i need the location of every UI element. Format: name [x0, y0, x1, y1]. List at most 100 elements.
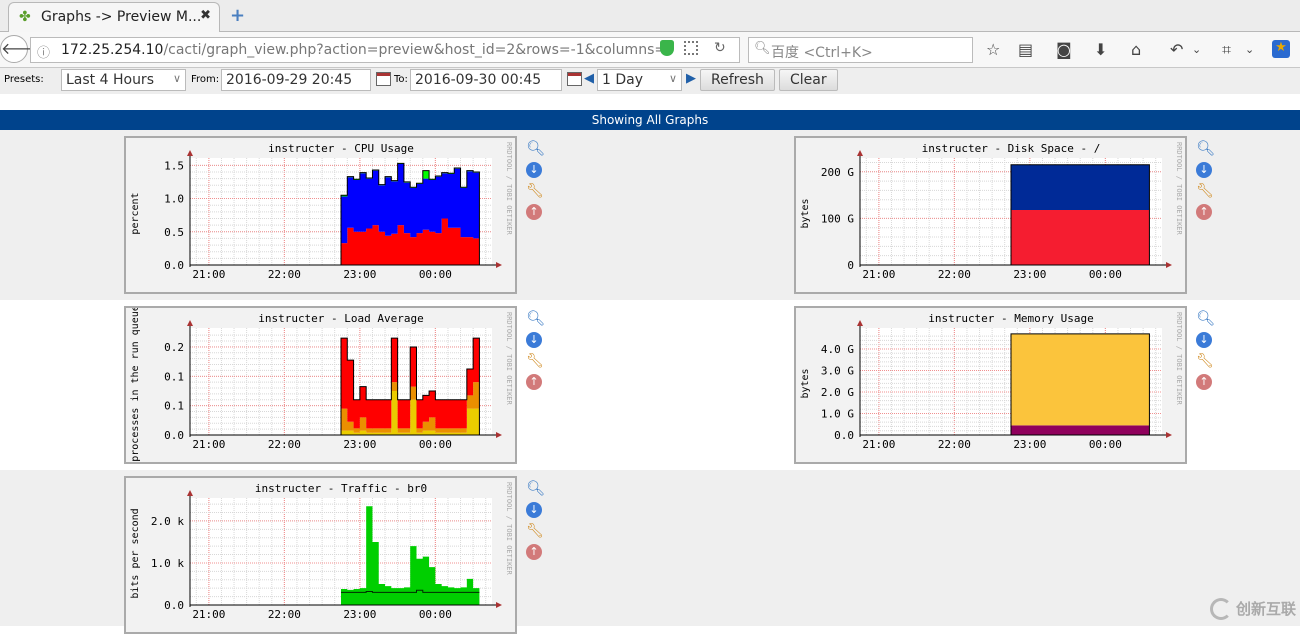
delete-icon[interactable]: ↑	[526, 374, 542, 390]
shift-left-icon[interactable]: ◀	[584, 71, 594, 86]
area-series-1	[1011, 333, 1150, 426]
x-tick-label: 21:00	[192, 438, 225, 451]
graph-panel[interactable]: 0.0 1.0 k 2.0 k 21:00 22:00 23:00 00:00 instruc…	[124, 476, 517, 634]
new-tab-icon[interactable]: +	[230, 5, 245, 26]
zoom-icon[interactable]: 🔍︎	[526, 481, 545, 497]
y-tick-label: 0.5	[164, 226, 184, 239]
calendar-icon[interactable]	[567, 72, 582, 86]
y-axis-label: percent	[130, 192, 141, 234]
graph-image[interactable]: 0 100 G 200 G 21:00 22:00 23:00 00:00 instructe…	[796, 138, 1185, 292]
graph-title: instructer - Load Average	[258, 312, 424, 325]
search-icon: 🔍︎	[754, 41, 771, 56]
graph-image[interactable]: 0.0 1.0 G 2.0 G 3.0 G 4.0 G 21:00 22:00 23:00 00…	[796, 308, 1185, 462]
y-axis-label: bytes	[800, 198, 811, 228]
graph-actions: 🔍︎ ↓ 🔧︎ ↑	[526, 481, 546, 565]
preset-select[interactable]: Last 4 Hours ∨	[61, 69, 186, 91]
refresh-button[interactable]: Refresh	[700, 69, 775, 91]
x-axis-arrow-icon	[496, 432, 502, 438]
url-path: /cacti/graph_view.php?action=preview&hos…	[163, 42, 672, 58]
wrench-icon[interactable]: 🔧︎	[526, 183, 544, 199]
x-tick-label: 00:00	[419, 608, 452, 621]
graph-image[interactable]: 0.0 0.1 0.1 0.2 21:00 22:00 23:00 00:00 instruct…	[126, 308, 515, 462]
graph-title: instructer - Disk Space - /	[922, 142, 1101, 155]
reload-icon[interactable]: ↻	[714, 40, 726, 56]
watermark-logo: 创新互联	[1209, 598, 1296, 620]
download-icon[interactable]: ↓	[1196, 332, 1212, 348]
y-tick-label: 2.0 G	[821, 386, 854, 399]
x-tick-label: 23:00	[343, 608, 376, 621]
area-series-0	[1011, 425, 1150, 435]
chevron-down-icon: ∨	[172, 72, 181, 85]
x-tick-label: 23:00	[343, 268, 376, 281]
tab-bar: ✤ Graphs -> Preview M... ✖ +	[0, 0, 1300, 33]
tab-title: Graphs -> Preview M...	[41, 9, 202, 25]
x-tick-label: 23:00	[1013, 268, 1046, 281]
x-tick-label: 00:00	[1089, 268, 1122, 281]
wrench-icon[interactable]: 🔧︎	[1196, 353, 1214, 369]
graph-panel[interactable]: 0.0 0.1 0.1 0.2 21:00 22:00 23:00 00:00 instruct…	[124, 306, 517, 464]
delete-icon[interactable]: ↑	[1196, 204, 1212, 220]
y-tick-label: 100 G	[821, 212, 854, 225]
graph-image[interactable]: 0.0 1.0 k 2.0 k 21:00 22:00 23:00 00:00 instruc…	[126, 478, 515, 632]
download-icon[interactable]: ⬇	[1094, 40, 1107, 59]
download-icon[interactable]: ↓	[526, 162, 542, 178]
x-tick-label: 22:00	[268, 268, 301, 281]
extension-star-icon[interactable]: ★	[1272, 40, 1290, 58]
x-tick-label: 21:00	[862, 268, 895, 281]
search-placeholder: 百度 <Ctrl+K>	[771, 45, 873, 61]
wrench-icon[interactable]: 🔧︎	[1196, 183, 1214, 199]
home-icon[interactable]: ⌂	[1131, 40, 1141, 59]
to-date-input[interactable]: 2016-09-30 00:45	[410, 69, 562, 91]
close-tab-icon[interactable]: ✖	[200, 8, 211, 23]
download-icon[interactable]: ↓	[1196, 162, 1212, 178]
y-tick-label: 1.0 G	[821, 407, 854, 420]
info-icon[interactable]: ⓘ	[37, 42, 50, 61]
logo-text: 创新互联	[1235, 599, 1296, 618]
zoom-icon[interactable]: 🔍︎	[526, 141, 545, 157]
address-bar[interactable]: ⓘ 172.25.254.10/cacti/graph_view.php?act…	[30, 37, 740, 63]
zoom-icon[interactable]: 🔍︎	[526, 311, 545, 327]
shift-right-icon[interactable]: ▶	[686, 71, 696, 86]
y-tick-label: 0.0	[164, 599, 184, 612]
delete-icon[interactable]: ↑	[1196, 374, 1212, 390]
page-banner: Showing All Graphs	[0, 110, 1300, 130]
zoom-icon[interactable]: 🔍︎	[1196, 141, 1215, 157]
download-icon[interactable]: ↓	[526, 502, 542, 518]
browser-tab[interactable]: ✤ Graphs -> Preview M... ✖	[8, 2, 220, 33]
x-tick-label: 21:00	[862, 438, 895, 451]
undo-icon[interactable]: ↶	[1170, 40, 1183, 59]
chevron-down-icon[interactable]: ⌄	[1192, 43, 1201, 56]
pocket-icon[interactable]: ◙	[1056, 40, 1072, 59]
search-input[interactable]: 🔍︎ 百度 <Ctrl+K>	[748, 37, 973, 63]
reading-list-icon[interactable]: ▤	[1018, 40, 1033, 59]
x-tick-label: 00:00	[419, 438, 452, 451]
graph-panel[interactable]: 0.0 1.0 G 2.0 G 3.0 G 4.0 G 21:00 22:00 23:00 00…	[794, 306, 1187, 464]
url-host: 172.25.254.10	[61, 42, 164, 58]
crop-icon[interactable]: ⌗	[1222, 40, 1231, 60]
wrench-icon[interactable]: 🔧︎	[526, 523, 544, 539]
graph-panel[interactable]: 0 100 G 200 G 21:00 22:00 23:00 00:00 instructe…	[794, 136, 1187, 294]
clear-button[interactable]: Clear	[779, 69, 838, 91]
graph-panel[interactable]: 0.0 0.5 1.0 1.5 21:00 22:00 23:00 00:00 instruct…	[124, 136, 517, 294]
graph-title: instructer - Traffic - br0	[255, 482, 427, 495]
timespan-select[interactable]: 1 Day ∨	[597, 69, 682, 91]
graph-image[interactable]: 0.0 0.5 1.0 1.5 21:00 22:00 23:00 00:00 instruct…	[126, 138, 515, 292]
from-date-input[interactable]: 2016-09-29 20:45	[221, 69, 371, 91]
qr-code-icon[interactable]	[684, 41, 698, 55]
bookmark-star-icon[interactable]: ☆	[986, 40, 1000, 59]
wrench-icon[interactable]: 🔧︎	[526, 353, 544, 369]
shield-icon[interactable]	[660, 40, 674, 56]
calendar-icon[interactable]	[376, 72, 391, 86]
x-axis-arrow-icon	[496, 602, 502, 608]
graph-actions: 🔍︎ ↓ 🔧︎ ↑	[526, 311, 546, 395]
back-button[interactable]: 🡐	[0, 35, 44, 63]
delete-icon[interactable]: ↑	[526, 204, 542, 220]
delete-icon[interactable]: ↑	[526, 544, 542, 560]
y-tick-label: 0.0	[164, 259, 184, 272]
y-axis-arrow-icon	[187, 490, 193, 496]
graph-actions: 🔍︎ ↓ 🔧︎ ↑	[1196, 311, 1216, 395]
x-tick-label: 22:00	[268, 608, 301, 621]
chevron-down-icon[interactable]: ⌄	[1245, 43, 1254, 56]
zoom-icon[interactable]: 🔍︎	[1196, 311, 1215, 327]
download-icon[interactable]: ↓	[526, 332, 542, 348]
